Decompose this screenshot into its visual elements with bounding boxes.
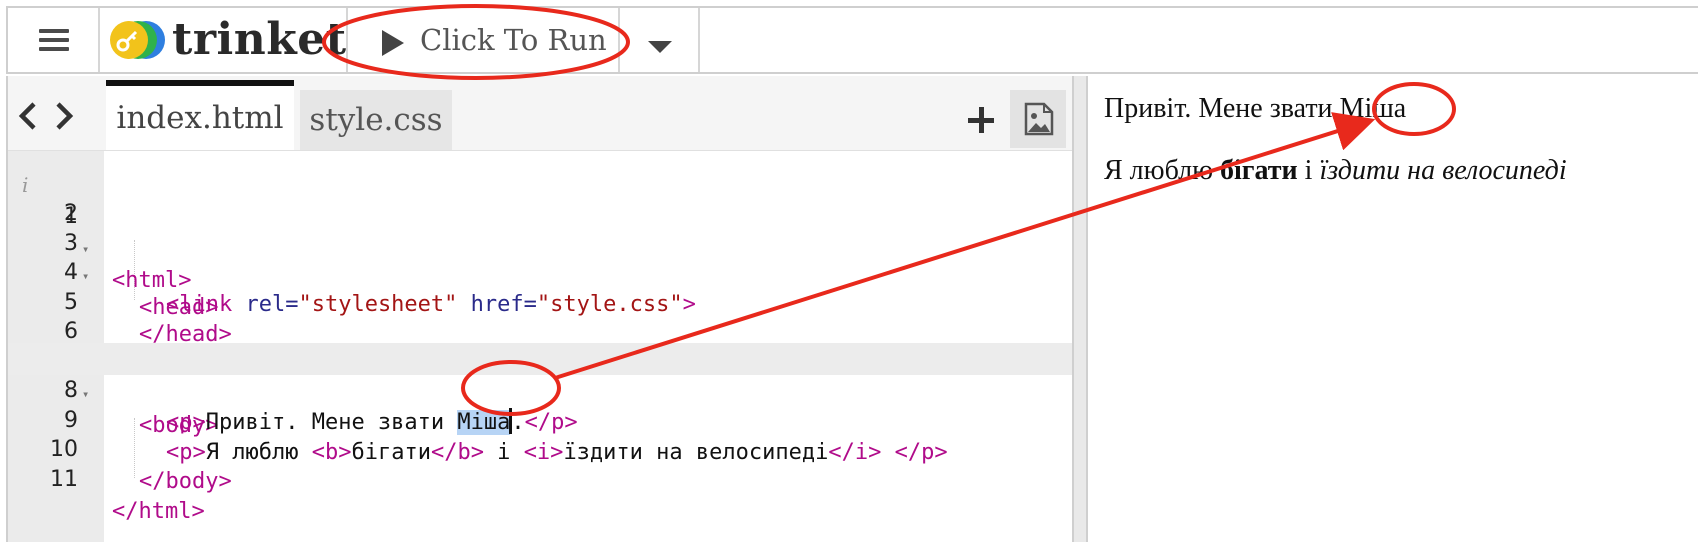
caret-down-icon — [648, 41, 672, 53]
pane-splitter[interactable] — [1072, 76, 1088, 542]
chevron-right-icon[interactable] — [52, 98, 76, 138]
play-icon — [382, 30, 404, 56]
code-line-9[interactable]: 9 <p>Я люблю <b>бігати</b> і <i>їздити н… — [8, 373, 1072, 465]
code-line-7[interactable]: 7 ▾ <body> — [8, 314, 1072, 438]
preview-text: Привіт. Мене звати — [1104, 93, 1340, 124]
preview-bold-text: бігати — [1220, 155, 1298, 186]
code-line-10[interactable]: 10 </body> — [8, 402, 1072, 494]
trinket-logo-icon — [110, 21, 165, 59]
code-line-1[interactable]: i 1 ▾ <html> — [8, 137, 1072, 293]
menu-button[interactable] — [8, 8, 100, 72]
code-line-5[interactable]: 5 </head> — [8, 255, 1072, 347]
run-button-label: Click To Run — [420, 23, 607, 57]
tab-label: index.html — [116, 100, 284, 136]
chevron-left-icon[interactable] — [16, 98, 40, 138]
code-line-8-active[interactable]: 8 <p>Привіт. Мене звати Міша.</p> — [8, 343, 1072, 435]
code-token: </body> — [139, 469, 232, 494]
preview-italic-text: їздити на велосипеді — [1319, 155, 1567, 186]
code-line-11[interactable]: 11 </html> — [8, 432, 1072, 524]
preview-text: і — [1297, 155, 1320, 186]
tab-label: style.css — [309, 102, 443, 138]
preview-text: Я люблю — [1104, 155, 1221, 186]
click-to-run-button[interactable]: Click To Run — [350, 8, 620, 72]
line-number: 11 — [50, 467, 78, 492]
tab-navigation — [16, 98, 86, 138]
output-preview: Привіт. Мене звати Міша Я люблю бігати і… — [1088, 76, 1698, 542]
code-line-6[interactable]: 6 — [8, 284, 1072, 344]
preview-name: Міша — [1339, 93, 1407, 124]
code-line-3[interactable]: 3 ▾ <head> — [8, 196, 1072, 320]
preview-paragraph-2: Я люблю бігати і їздити на велосипеді — [1104, 154, 1567, 188]
code-token: </html> — [112, 499, 205, 524]
logo-text: trinket — [172, 14, 347, 65]
add-file-button[interactable] — [962, 102, 998, 138]
run-options-dropdown[interactable] — [620, 8, 700, 72]
code-editor-pane: index.html style.css i 1 ▾ <html> 2 3 ▾ … — [6, 76, 1072, 542]
code-line-2[interactable]: 2 — [8, 166, 1072, 226]
trinket-logo[interactable]: trinket — [102, 8, 348, 72]
top-toolbar: trinket Click To Run — [0, 0, 1698, 76]
preview-paragraph-1: Привіт. Мене звати Міша — [1104, 92, 1406, 126]
code-line-4[interactable]: 4 <link rel="stylesheet" href="style.css… — [8, 225, 1072, 317]
